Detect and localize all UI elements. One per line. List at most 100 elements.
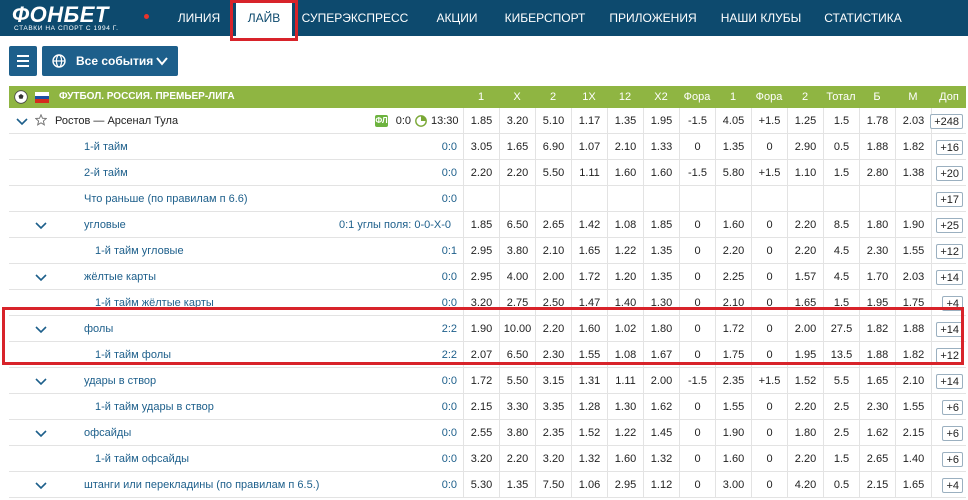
table-row[interactable]: 1-й тайм угловые 0:1 2.95 3.80 2.10 1.65 1.22 1… (9, 238, 966, 264)
odds-cell[interactable]: 1.85 (463, 212, 499, 238)
odds-cell[interactable]: 1.35 (499, 472, 535, 498)
more-markets-button[interactable]: +14 (936, 270, 963, 285)
odds-cell[interactable]: 0 (751, 238, 787, 264)
odds-cell[interactable]: 0.5 (823, 472, 859, 498)
market-label[interactable]: угловые (84, 212, 126, 238)
odds-cell[interactable]: 1.35 (607, 108, 643, 134)
odds-cell[interactable]: 2.95 (463, 264, 499, 290)
odds-cell[interactable]: 1.40 (895, 446, 931, 472)
odds-cell[interactable]: 1.60 (643, 160, 679, 186)
market-label[interactable]: 1-й тайм угловые (95, 238, 184, 264)
odds-cell[interactable]: 3.30 (499, 394, 535, 420)
more-markets-button[interactable]: +16 (936, 140, 963, 155)
odds-cell[interactable]: 2.55 (463, 420, 499, 446)
odds-cell[interactable]: 2.15 (895, 420, 931, 446)
table-row[interactable]: жёлтые карты 0:0 2.95 4.00 2.00 1.72 1.20 1.35 0… (9, 264, 966, 290)
chevron-down-icon[interactable] (35, 221, 47, 230)
odds-cell[interactable]: 3.80 (499, 238, 535, 264)
odds-cell[interactable]: 1.55 (895, 238, 931, 264)
odds-cell[interactable]: 1.85 (643, 212, 679, 238)
odds-cell[interactable]: 6.50 (499, 212, 535, 238)
table-row[interactable]: 1-й тайм офсайды 0:0 3.20 2.20 3.20 1.32 1.60 1… (9, 446, 966, 472)
odds-cell[interactable]: 1.11 (571, 160, 607, 186)
odds-cell[interactable]: 1.12 (643, 472, 679, 498)
odds-cell[interactable]: 2.30 (859, 238, 895, 264)
nav-item[interactable]: АКЦИИ (424, 0, 490, 36)
odds-cell[interactable]: 0 (679, 394, 715, 420)
table-row[interactable]: 1-й тайм 0:0 3.05 1.65 6.90 1.07 2.10 1.33 0 1.35… (9, 134, 966, 160)
market-label[interactable]: удары в створ (84, 368, 156, 394)
odds-cell[interactable]: 2.00 (643, 368, 679, 394)
odds-cell[interactable]: 1.35 (715, 134, 751, 160)
match-title[interactable]: Ростов — Арсенал Тула (55, 108, 178, 134)
chevron-down-icon[interactable] (35, 377, 47, 386)
odds-cell[interactable]: 1.32 (643, 446, 679, 472)
odds-cell[interactable]: 1.5 (823, 160, 859, 186)
chevron-down-icon[interactable] (35, 429, 47, 438)
table-row[interactable]: угловые0:10:1 углы поля: 0-0-Х-01.856.50… (9, 212, 966, 238)
odds-cell[interactable]: 1.80 (859, 212, 895, 238)
odds-cell[interactable]: 0 (679, 238, 715, 264)
table-row[interactable]: офсайды 0:0 2.55 3.80 2.35 1.52 1.22 1.45 0 1.90 0… (9, 420, 966, 446)
odds-cell[interactable]: 1.60 (715, 446, 751, 472)
odds-cell[interactable]: 1.60 (607, 446, 643, 472)
odds-cell[interactable]: 1.62 (643, 394, 679, 420)
odds-cell[interactable]: 1.52 (571, 420, 607, 446)
odds-cell[interactable]: 5.50 (535, 160, 571, 186)
odds-cell[interactable]: 5.50 (499, 368, 535, 394)
chevron-down-icon[interactable] (35, 481, 47, 490)
odds-cell[interactable]: 1.31 (571, 368, 607, 394)
more-markets-button[interactable]: +17 (936, 192, 963, 207)
more-markets-button[interactable]: +248 (930, 114, 963, 129)
menu-button[interactable] (9, 46, 37, 76)
odds-cell[interactable]: 1.72 (571, 264, 607, 290)
odds-cell[interactable]: 1.06 (571, 472, 607, 498)
odds-cell[interactable]: 1.62 (859, 420, 895, 446)
table-row[interactable]: штанги или перекладины (по правилам п 6.… (9, 472, 966, 498)
chevron-down-icon[interactable] (16, 117, 28, 126)
odds-cell[interactable]: 3.05 (463, 134, 499, 160)
odds-cell[interactable]: 2.03 (895, 108, 931, 134)
odds-cell[interactable]: 2.10 (535, 238, 571, 264)
fonbet-logo[interactable]: ФОНБЕТ СТАВКИ НА СПОРТ С 1994 Г. (12, 2, 162, 34)
table-row[interactable]: Ростов — Арсенал Тула ФЛ 0:0 13:30 1.85 3.20 5… (9, 108, 966, 134)
table-row[interactable]: 1-й тайм удары в створ 0:0 2.15 3.30 3.35 1.2… (9, 394, 966, 420)
odds-cell[interactable]: 2.20 (499, 160, 535, 186)
odds-cell[interactable]: 1.35 (643, 238, 679, 264)
odds-cell[interactable]: 0 (751, 212, 787, 238)
odds-cell[interactable]: 5.10 (535, 108, 571, 134)
more-markets-button[interactable]: +20 (936, 166, 963, 181)
odds-cell[interactable]: 8.5 (823, 212, 859, 238)
nav-item[interactable]: НАШИ КЛУБЫ (708, 0, 814, 36)
odds-cell[interactable]: 1.38 (895, 160, 931, 186)
odds-cell[interactable]: 1.60 (607, 160, 643, 186)
odds-cell[interactable]: 2.20 (787, 212, 823, 238)
odds-cell[interactable]: 0 (751, 264, 787, 290)
odds-cell[interactable]: 1.25 (787, 108, 823, 134)
odds-cell[interactable]: 1.28 (571, 394, 607, 420)
odds-cell[interactable]: 6.90 (535, 134, 571, 160)
odds-cell[interactable]: 3.15 (535, 368, 571, 394)
odds-cell[interactable]: 2.20 (787, 394, 823, 420)
odds-cell[interactable]: 1.45 (643, 420, 679, 446)
odds-cell[interactable]: 1.07 (571, 134, 607, 160)
odds-cell[interactable]: 0 (751, 420, 787, 446)
market-label[interactable]: Что раньше (по правилам п 6.6) (84, 186, 248, 212)
market-label[interactable]: офсайды (84, 420, 131, 446)
odds-cell[interactable]: 1.11 (607, 368, 643, 394)
more-markets-button[interactable]: +25 (936, 218, 963, 233)
odds-cell[interactable]: 2.35 (715, 368, 751, 394)
odds-cell[interactable]: -1.5 (679, 160, 715, 186)
odds-cell[interactable]: 2.5 (823, 420, 859, 446)
odds-cell[interactable]: 0 (751, 472, 787, 498)
odds-cell[interactable]: 1.5 (823, 108, 859, 134)
odds-cell[interactable]: 2.65 (859, 446, 895, 472)
odds-cell[interactable]: 1.85 (463, 108, 499, 134)
odds-cell[interactable]: 2.95 (607, 472, 643, 498)
nav-item[interactable]: ПРИЛОЖЕНИЯ (598, 0, 708, 36)
odds-cell[interactable]: 0 (751, 446, 787, 472)
odds-cell[interactable]: 2.80 (859, 160, 895, 186)
odds-cell[interactable]: 2.10 (895, 368, 931, 394)
odds-cell[interactable]: 1.65 (895, 472, 931, 498)
odds-cell[interactable]: 0 (679, 264, 715, 290)
